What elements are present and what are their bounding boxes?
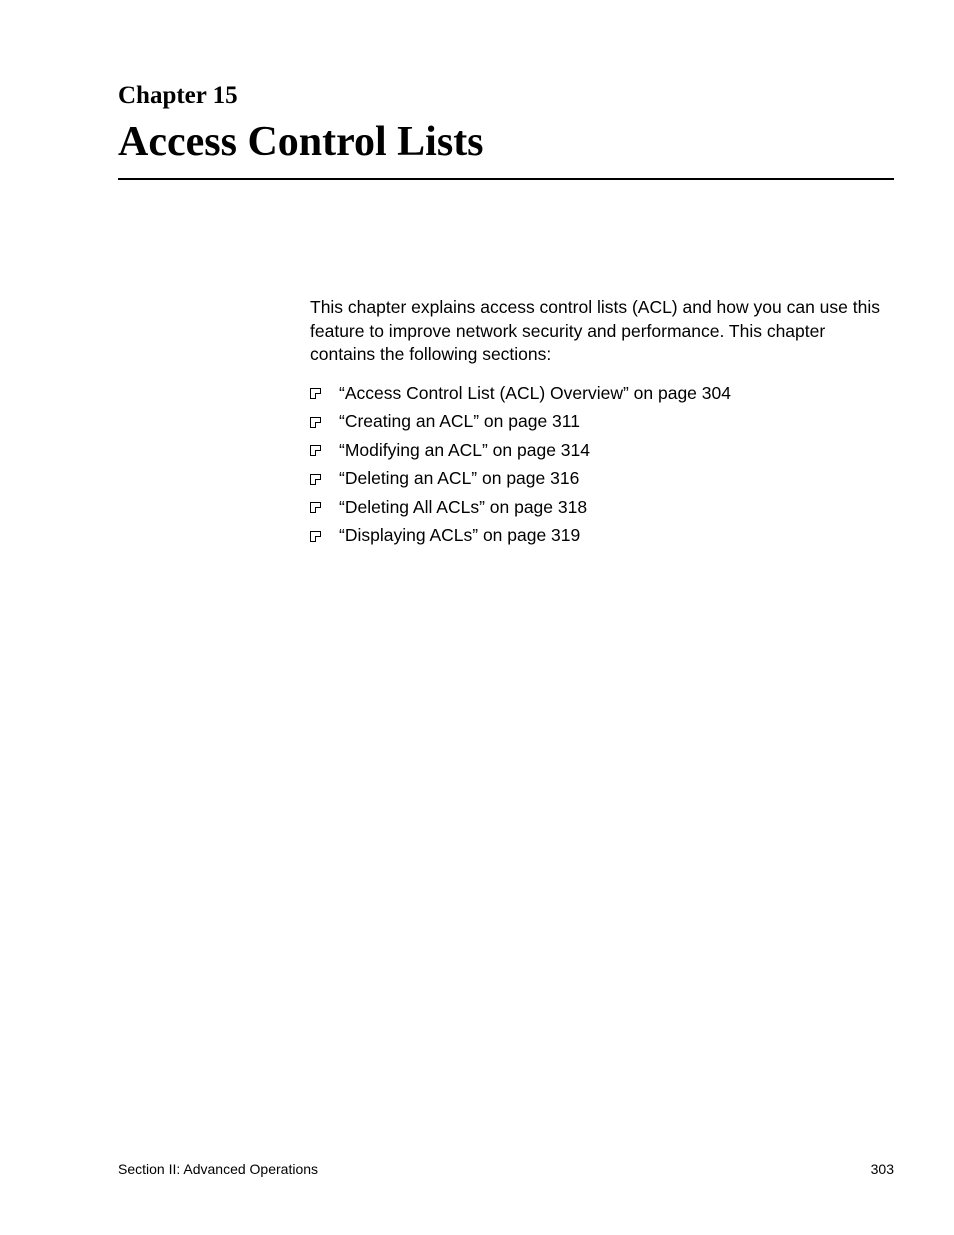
footer-page-number: 303 (871, 1161, 894, 1177)
toc-item-text: “Modifying an ACL” on page 314 (339, 442, 590, 460)
toc-item-text: “Displaying ACLs” on page 319 (339, 527, 580, 545)
page-footer: Section II: Advanced Operations 303 (118, 1161, 894, 1177)
bullet-icon (310, 445, 321, 456)
toc-item-text: “Deleting an ACL” on page 316 (339, 470, 579, 488)
intro-paragraph: This chapter explains access control lis… (310, 296, 890, 367)
toc-item-text: “Creating an ACL” on page 311 (339, 413, 580, 431)
list-item: “Creating an ACL” on page 311 (310, 413, 890, 431)
bullet-icon (310, 474, 321, 485)
chapter-body: This chapter explains access control lis… (310, 296, 890, 545)
bullet-icon (310, 388, 321, 399)
list-item: “Access Control List (ACL) Overview” on … (310, 385, 890, 403)
chapter-title: Access Control Lists (118, 118, 894, 180)
toc-item-text: “Deleting All ACLs” on page 318 (339, 499, 587, 517)
footer-section-label: Section II: Advanced Operations (118, 1161, 318, 1177)
bullet-icon (310, 531, 321, 542)
toc-item-text: “Access Control List (ACL) Overview” on … (339, 385, 731, 403)
list-item: “Deleting an ACL” on page 316 (310, 470, 890, 488)
bullet-icon (310, 417, 321, 428)
chapter-label: Chapter 15 (118, 82, 894, 110)
list-item: “Displaying ACLs” on page 319 (310, 527, 890, 545)
bullet-icon (310, 502, 321, 513)
list-item: “Deleting All ACLs” on page 318 (310, 499, 890, 517)
toc-list: “Access Control List (ACL) Overview” on … (310, 385, 890, 545)
list-item: “Modifying an ACL” on page 314 (310, 442, 890, 460)
